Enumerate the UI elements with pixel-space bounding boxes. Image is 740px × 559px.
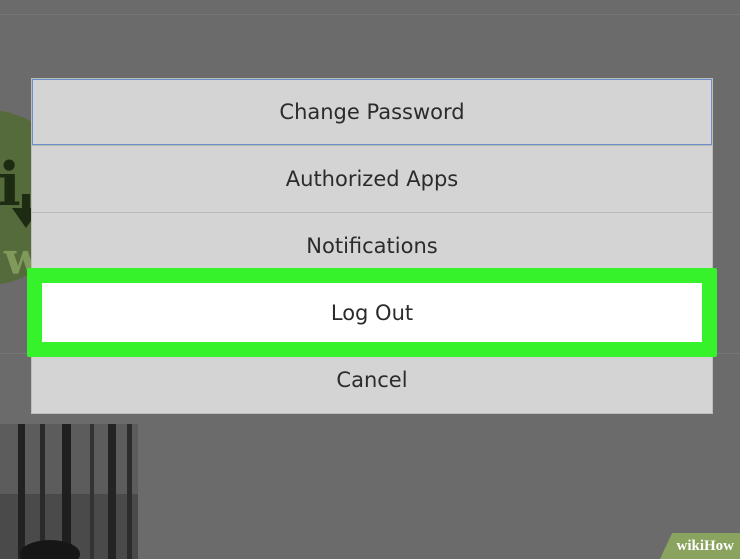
- action-sheet-menu: Change Password Authorized Apps Notifica…: [31, 78, 713, 414]
- forest-image: [0, 424, 138, 559]
- authorized-apps-option[interactable]: Authorized Apps: [32, 145, 712, 212]
- wikihow-watermark: wikiHow: [630, 533, 740, 559]
- notifications-option[interactable]: Notifications: [32, 212, 712, 279]
- cancel-option[interactable]: Cancel: [32, 346, 712, 413]
- forest-photo-thumbnail: [0, 424, 138, 559]
- watermark-text: wikiHow: [676, 538, 734, 554]
- divider-top: [0, 14, 740, 15]
- log-out-option[interactable]: Log Out: [32, 279, 712, 346]
- change-password-option[interactable]: Change Password: [32, 79, 712, 145]
- screen-background: i w Change Password Authorized Apps Noti…: [0, 0, 740, 559]
